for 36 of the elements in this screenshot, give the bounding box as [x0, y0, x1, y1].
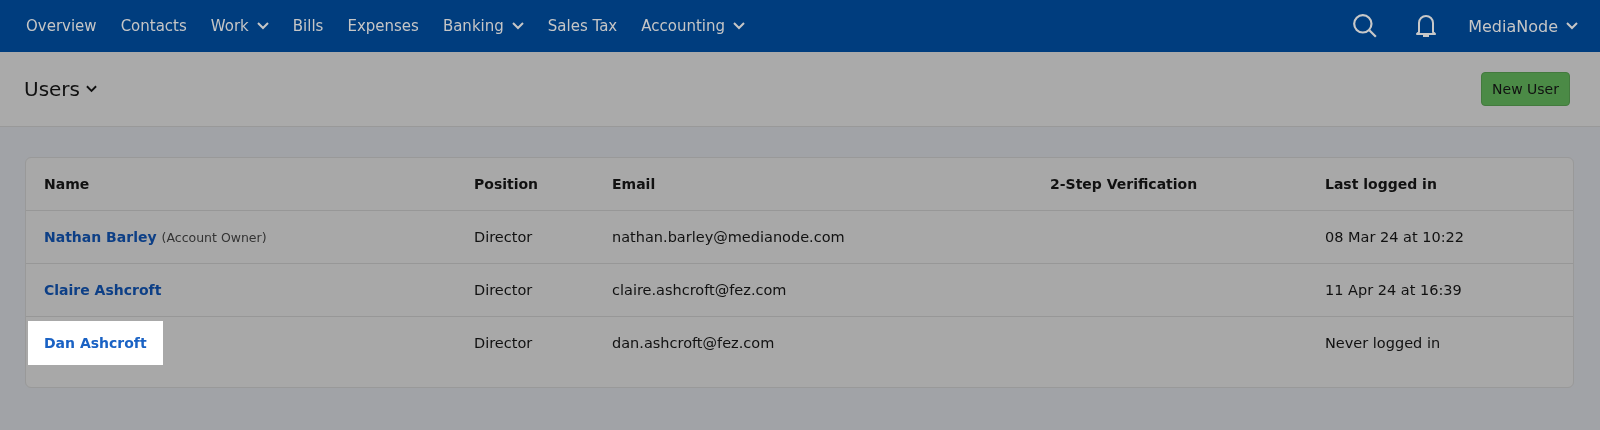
user-name-link[interactable]: Nathan Barley — [44, 229, 157, 245]
nav-menu-item[interactable]: Accounting — [629, 17, 757, 35]
column-header: Name — [44, 176, 91, 192]
search-icon[interactable] — [1352, 13, 1379, 39]
user-name-link[interactable]: Dan Ashcroft — [44, 335, 147, 351]
bell-icon[interactable] — [1414, 13, 1439, 39]
email-cell-text: nathan.barley@medianode.com — [612, 229, 846, 245]
last-login-cell-text: 08 Mar 24 at 10:22 — [1325, 229, 1466, 245]
nav-menu-item[interactable]: Contacts — [108, 17, 199, 35]
owner-note: (Account Owner) — [161, 230, 267, 245]
nav-menu-item[interactable]: Banking — [430, 17, 536, 35]
email-cell-text: dan.ashcroft@fez.com — [612, 335, 776, 351]
page-title-dropdown[interactable]: Users — [24, 77, 97, 101]
account-menu[interactable]: MediaNode — [1456, 16, 1590, 36]
column-header: Email — [612, 176, 657, 192]
column-header: Last logged in — [1325, 176, 1438, 192]
chevron-down-icon — [86, 85, 97, 93]
user-name-link[interactable]: Claire Ashcroft — [44, 282, 162, 298]
last-login-cell-text: 11 Apr 24 at 16:39 — [1325, 282, 1463, 298]
nav-menu-item[interactable]: Sales Tax — [535, 17, 630, 35]
chevron-down-icon — [733, 22, 745, 30]
chevron-down-icon — [511, 22, 524, 30]
nav-menu-item[interactable]: Expenses — [335, 17, 431, 35]
column-header: 2-Step Verification — [1050, 176, 1199, 192]
chevron-down-icon — [1566, 22, 1578, 30]
new-user-button[interactable]: New User — [1481, 72, 1570, 106]
column-header: Position — [474, 176, 540, 192]
position-cell-text: Director — [474, 282, 534, 298]
nav-menu-item[interactable]: Work — [198, 17, 281, 35]
position-cell-text: Director — [474, 335, 534, 351]
position-cell-text: Director — [474, 229, 534, 245]
last-login-cell-text: Never logged in — [1325, 335, 1442, 351]
nav-menu-item[interactable]: Bills — [280, 17, 336, 35]
nav-menu-item[interactable]: Overview — [14, 17, 109, 35]
chevron-down-icon — [256, 22, 269, 30]
email-cell-text: claire.ashcroft@fez.com — [612, 282, 788, 298]
